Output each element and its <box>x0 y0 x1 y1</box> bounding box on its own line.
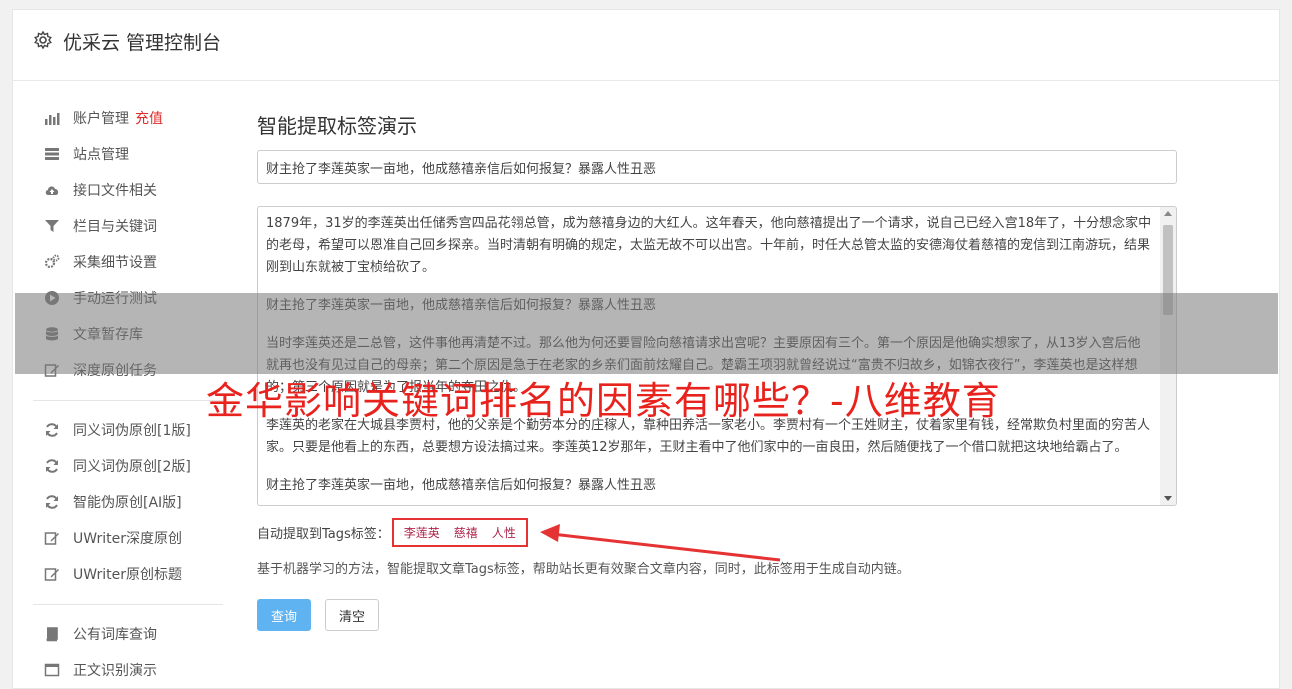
sidebar-item-4[interactable]: UWriter深度原创 <box>33 520 223 556</box>
sidebar-item-label: 同义词伪原创[1版] <box>73 423 191 439</box>
page-title: 优采云 管理控制台 <box>63 32 222 54</box>
filter-icon <box>43 217 61 235</box>
sidebar-item-label: 正文识别演示 <box>73 663 157 679</box>
tag-item: 慈禧 <box>453 525 478 540</box>
cloud-upload-icon <box>43 181 61 199</box>
sidebar: 账户管理充值站点管理接口文件相关栏目与关键词采集细节设置手动运行测试文章暂存库深… <box>33 100 223 688</box>
server-icon <box>43 145 61 163</box>
sidebar-divider <box>33 400 223 401</box>
edit-icon <box>43 565 61 583</box>
tag-item: 李莲英 <box>403 525 440 540</box>
tags-label: 自动提取到Tags标签： <box>257 526 390 542</box>
refresh-icon <box>43 457 61 475</box>
watermark-text: 金华影响关键词排名的因素有哪些？-八维教育 <box>206 379 1001 423</box>
watermark-band <box>15 293 1278 374</box>
gear-icon <box>34 30 52 50</box>
scroll-up-icon[interactable] <box>1164 211 1172 216</box>
button-group: 查询 清空 <box>257 599 1177 631</box>
sidebar-item-2[interactable]: 站点管理 <box>33 136 223 172</box>
sidebar-item-label: 栏目与关键词 <box>73 219 157 235</box>
sidebar-item-label: 智能伪原创[AI版] <box>73 495 182 511</box>
sidebar-item-label: 账户管理 <box>73 111 129 127</box>
sidebar-item-5[interactable]: 采集细节设置 <box>33 244 223 280</box>
gears-icon <box>43 253 61 271</box>
section-heading: 智能提取标签演示 <box>257 114 417 138</box>
sidebar-item-1[interactable]: 公有词库查询 <box>33 616 223 652</box>
article-paragraph: 财主抢了李莲英家一亩地，他成慈禧亲信后如何报复？暴露人性丑恶 <box>266 478 657 493</box>
edit-icon <box>43 529 61 547</box>
window-icon <box>43 661 61 679</box>
sidebar-item-1[interactable]: 账户管理 充值 <box>33 100 223 136</box>
sidebar-divider <box>33 604 223 605</box>
clear-button[interactable]: 清空 <box>325 599 379 631</box>
red-arrow-icon <box>540 524 781 562</box>
book-icon <box>43 625 61 643</box>
sidebar-item-label: 公有词库查询 <box>73 627 157 643</box>
sidebar-item-label: 采集细节设置 <box>73 255 157 271</box>
bar-chart-icon <box>43 109 61 127</box>
sidebar-item-label: UWriter原创标题 <box>73 567 182 583</box>
sidebar-item-4[interactable]: 栏目与关键词 <box>33 208 223 244</box>
sidebar-item-2[interactable]: 同义词伪原创[2版] <box>33 448 223 484</box>
refresh-icon <box>43 421 61 439</box>
sidebar-item-label: 接口文件相关 <box>73 183 157 199</box>
sidebar-item-1[interactable]: 同义词伪原创[1版] <box>33 412 223 448</box>
scroll-down-icon[interactable] <box>1164 496 1172 501</box>
tag-item: 人性 <box>491 525 516 540</box>
sidebar-item-5[interactable]: UWriter原创标题 <box>33 556 223 592</box>
sidebar-item-3[interactable]: 智能伪原创[AI版] <box>33 484 223 520</box>
sidebar-item-2[interactable]: 正文识别演示 <box>33 652 223 688</box>
sidebar-item-label: UWriter深度原创 <box>73 531 182 547</box>
sidebar-item-label: 站点管理 <box>73 147 129 163</box>
tags-box: 李莲英 慈禧 人性 <box>391 517 528 547</box>
panel-header: 优采云 管理控制台 <box>13 10 1279 81</box>
article-title-input[interactable] <box>257 150 1177 184</box>
query-button[interactable]: 查询 <box>257 599 311 631</box>
sidebar-item-3[interactable]: 接口文件相关 <box>33 172 223 208</box>
article-paragraph: 1879年，31岁的李莲英出任储秀宫四品花翎总管，成为慈禧身边的大红人。这年春天… <box>266 216 1152 275</box>
refresh-icon <box>43 493 61 511</box>
sidebar-item-label: 同义词伪原创[2版] <box>73 459 191 475</box>
recharge-link[interactable]: 充值 <box>135 108 163 128</box>
